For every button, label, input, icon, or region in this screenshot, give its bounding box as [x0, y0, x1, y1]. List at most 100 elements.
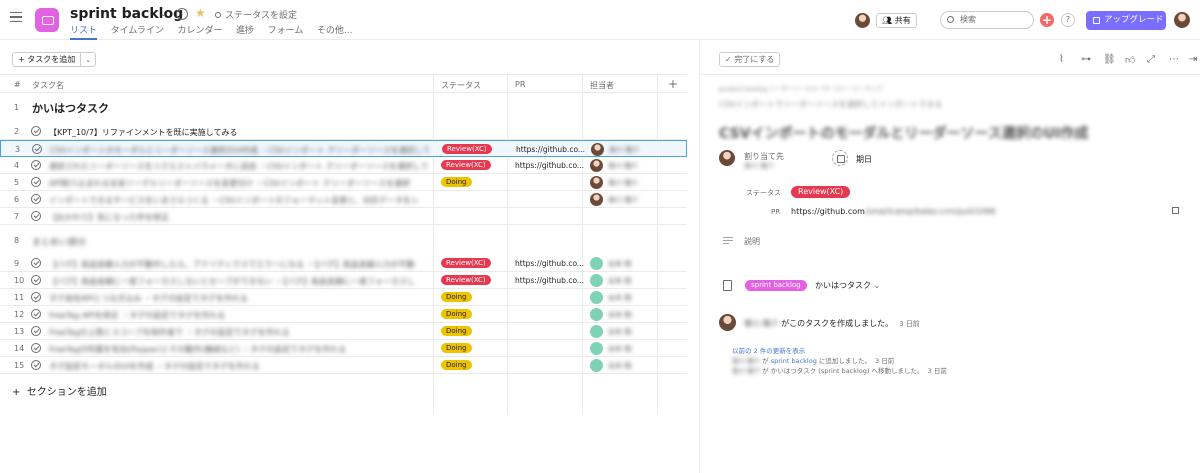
status-badge[interactable]: Doing: [441, 343, 472, 353]
pr-link[interactable]: https://github.co...: [515, 276, 584, 285]
assignee-avatar[interactable]: [719, 150, 735, 166]
status-badge[interactable]: Doing: [441, 309, 472, 319]
task-row[interactable]: 12 FreeTag APIを修正 ・タグの設定でタグを作れる Doing 谷本 翔: [0, 306, 687, 323]
task-row[interactable]: 6 インポートできるサービスをいまさらつくる ・CSVインポートのフォーマット変更…: [0, 191, 687, 208]
tab-list[interactable]: リスト: [70, 23, 98, 40]
task-row[interactable]: 14 FreeTagの所属を有効(Popper)とその動作(機械など) ・タグの設…: [0, 340, 687, 357]
section-header[interactable]: 8 まとめい部分: [0, 230, 687, 250]
activity-user[interactable]: 香川 隆介: [744, 319, 779, 328]
col-status[interactable]: ステータス: [441, 80, 481, 91]
add-task-main[interactable]: + タスクを追加: [13, 53, 82, 66]
task-name[interactable]: 【KPT_10/7】リファインメントを既に実施してみる: [49, 127, 429, 138]
section-title[interactable]: まとめい部分: [32, 235, 86, 248]
upgrade-button[interactable]: アップグレード: [1086, 11, 1166, 30]
status-value-badge[interactable]: Review(XC): [791, 186, 851, 198]
member-avatar[interactable]: [855, 13, 870, 28]
user-avatar[interactable]: [1174, 12, 1190, 28]
menu-icon[interactable]: [10, 12, 22, 23]
assignee-name[interactable]: 香川 隆介: [608, 178, 638, 188]
assignee-name[interactable]: 谷本 翔: [608, 293, 631, 303]
task-row[interactable]: 4 選択されたリーダーソースをリクエストパラメータに追加 ・CSVインポート クリ…: [0, 157, 687, 174]
tab-timeline[interactable]: タイムライン: [111, 23, 164, 40]
pr-link[interactable]: https://github.co...: [516, 145, 585, 154]
task-row[interactable]: 15 タグ設定モーダルのUIを作成 ・タグの設定でタグを作れる Doing 谷本 翔: [0, 357, 687, 374]
link-icon[interactable]: ⛓︎: [1103, 54, 1116, 65]
assignee-name[interactable]: 谷本 翔: [608, 310, 631, 320]
help-button[interactable]: ?: [1061, 13, 1075, 27]
attachment-icon[interactable]: ⌇: [1059, 54, 1064, 65]
set-status-button[interactable]: ステータスを設定: [215, 8, 297, 21]
complete-check-icon[interactable]: [31, 211, 41, 221]
chevron-down-icon[interactable]: ⌄: [81, 54, 95, 67]
parent-task[interactable]: CSVインポートでリーダーソースを選択してインポートできる: [719, 99, 942, 110]
complete-check-icon[interactable]: [31, 177, 41, 187]
col-pr[interactable]: PR: [515, 80, 525, 89]
mark-complete-button[interactable]: ✓ 完了にする: [719, 52, 781, 67]
assignee-name[interactable]: 香川 隆介: [608, 195, 638, 205]
assignee-name[interactable]: 谷本 翔: [608, 344, 631, 354]
col-assignee[interactable]: 担当者: [590, 80, 614, 91]
status-badge[interactable]: Doing: [441, 292, 472, 302]
tab-calendar[interactable]: カレンダー: [177, 23, 222, 40]
add-task-button[interactable]: + タスクを追加 ⌄: [12, 52, 97, 67]
status-badge[interactable]: Review(XC): [441, 275, 491, 285]
assignee-name[interactable]: 谷本 翔: [608, 361, 631, 371]
calendar-icon[interactable]: [832, 150, 848, 166]
update-user[interactable]: 香川 隆介: [732, 367, 760, 375]
assignee-name[interactable]: 谷本 翔: [608, 327, 631, 337]
project-pill[interactable]: sprint backlog: [745, 280, 807, 291]
assignee-name[interactable]: 香川 隆介: [609, 145, 639, 155]
tab-progress[interactable]: 進捗: [236, 23, 254, 40]
assignee-name[interactable]: 香川 隆介: [744, 161, 774, 171]
assignee-avatar[interactable]: [590, 274, 603, 287]
assignee-avatar[interactable]: [590, 308, 603, 321]
task-name[interactable]: API取り込まれる全金ソーデルリーダーソースを変更付け ・CSVインポート クリ…: [49, 178, 429, 189]
activity-avatar[interactable]: [719, 314, 736, 331]
task-name[interactable]: FreeTagの所属を有効(Popper)とその動作(機械など) ・タグの設定で…: [49, 344, 429, 355]
pr-url[interactable]: https://github.com/smartcamp/bales-crm/p…: [791, 207, 996, 216]
task-row[interactable]: 9 【バグ】商品金額入力が不動作したら、アナリティクスでエラーになる ・【バグ】商…: [0, 255, 687, 272]
task-row[interactable]: 3 CSVインポートのモーダルとリーダーソース選択のUI作成 ・CSVインポート …: [0, 140, 687, 157]
assignee-avatar[interactable]: [590, 176, 603, 189]
due-date-label[interactable]: 期日: [856, 154, 872, 165]
update-project-link[interactable]: sprint backlog: [771, 357, 817, 365]
task-name[interactable]: 【バグ】商品金額に一度フォーカスしないとセーブができない ・【バグ】商品金額に一…: [49, 276, 429, 287]
assignee-avatar[interactable]: [590, 159, 603, 172]
pr-link[interactable]: https://github.co...: [515, 259, 584, 268]
star-icon[interactable]: ★: [195, 6, 206, 20]
task-title[interactable]: CSVインポートのモーダルとリーダーソース選択のUI作成: [719, 123, 1088, 143]
subtask-icon[interactable]: ⊶: [1081, 54, 1091, 65]
status-badge[interactable]: Doing: [441, 360, 472, 370]
task-row[interactable]: 11 タグ自在APIとつなぎ込み ・タグの設定でタグを作れる Doing 谷本 翔: [0, 289, 687, 306]
breadcrumb[interactable]: product backlog リーダーソースユーザーストーリーマップ: [719, 84, 883, 93]
external-link-icon[interactable]: [1172, 207, 1179, 214]
expand-icon[interactable]: ⤢: [1147, 54, 1155, 65]
task-row[interactable]: 13 FreeTagの上限とスコープを制作者で ・タグの設定でタグを作れる Doin…: [0, 323, 687, 340]
task-name[interactable]: 【バグ】商品金額入力が不動作したら、アナリティクスでエラーになる ・【バグ】商品…: [49, 259, 429, 270]
assignee-name[interactable]: 谷本 翔: [608, 259, 631, 269]
search-input[interactable]: 検索: [940, 11, 1034, 29]
add-column-button[interactable]: +: [668, 77, 678, 91]
assignee-avatar[interactable]: [590, 342, 603, 355]
complete-check-icon[interactable]: [31, 275, 41, 285]
complete-check-icon[interactable]: [31, 326, 41, 336]
task-row[interactable]: 10 【バグ】商品金額に一度フォーカスしないとセーブができない ・【バグ】商品金額…: [0, 272, 687, 289]
assignee-avatar[interactable]: [591, 143, 604, 156]
complete-check-icon[interactable]: [31, 160, 41, 170]
task-name[interactable]: インポートできるサービスをいまさらつくる ・CSVインポートのフォーマット変更と…: [49, 195, 429, 206]
assignee-avatar[interactable]: [590, 325, 603, 338]
status-badge[interactable]: Review(XC): [441, 258, 491, 268]
more-icon[interactable]: ⋯: [1169, 54, 1179, 65]
assignee-name[interactable]: 谷本 翔: [608, 276, 631, 286]
task-name[interactable]: 選択されたリーダーソースをリクエストパラメータに追加 ・CSVインポート クリー…: [49, 161, 429, 172]
share-button[interactable]: 👥︎ 共有: [876, 13, 917, 28]
complete-check-icon[interactable]: [31, 258, 41, 268]
complete-check-icon[interactable]: [31, 360, 41, 370]
status-badge[interactable]: Doing: [441, 177, 472, 187]
update-user[interactable]: 香川 隆介: [732, 357, 760, 365]
task-name[interactable]: FreeTag APIを修正 ・タグの設定でタグを作れる: [49, 310, 429, 321]
assignee-avatar[interactable]: [590, 257, 603, 270]
project-section-dropdown[interactable]: かいはつタスク ⌄: [815, 280, 880, 291]
task-name[interactable]: 【おかわり】気になった件を修正: [49, 212, 429, 223]
tab-form[interactable]: フォーム: [268, 23, 304, 40]
